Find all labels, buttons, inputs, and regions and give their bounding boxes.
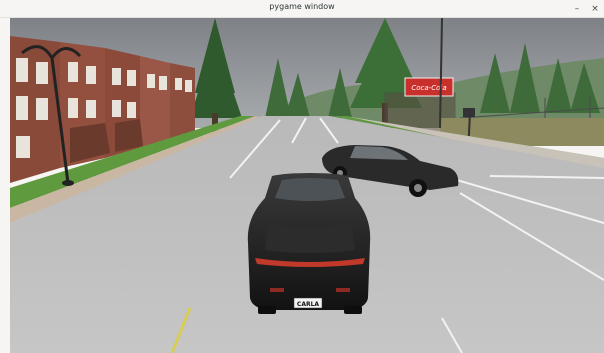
carla-scene: Coca-Cola CARLA — [10, 18, 604, 353]
title-bar[interactable]: pygame window – × — [0, 0, 604, 18]
coca-cola-billboard: Coca-Cola — [404, 77, 454, 97]
minimize-button[interactable]: – — [571, 3, 583, 15]
window-title: pygame window — [269, 2, 335, 11]
traffic-sign — [463, 108, 475, 117]
license-plate-text: CARLA — [297, 301, 319, 308]
game-viewport[interactable]: Coca-Cola CARLA — [10, 18, 604, 353]
pygame-window: pygame window – × Coca-Cola CARLA — [0, 0, 604, 353]
street-lamp-left-base — [62, 180, 74, 186]
close-button[interactable]: × — [589, 3, 601, 15]
